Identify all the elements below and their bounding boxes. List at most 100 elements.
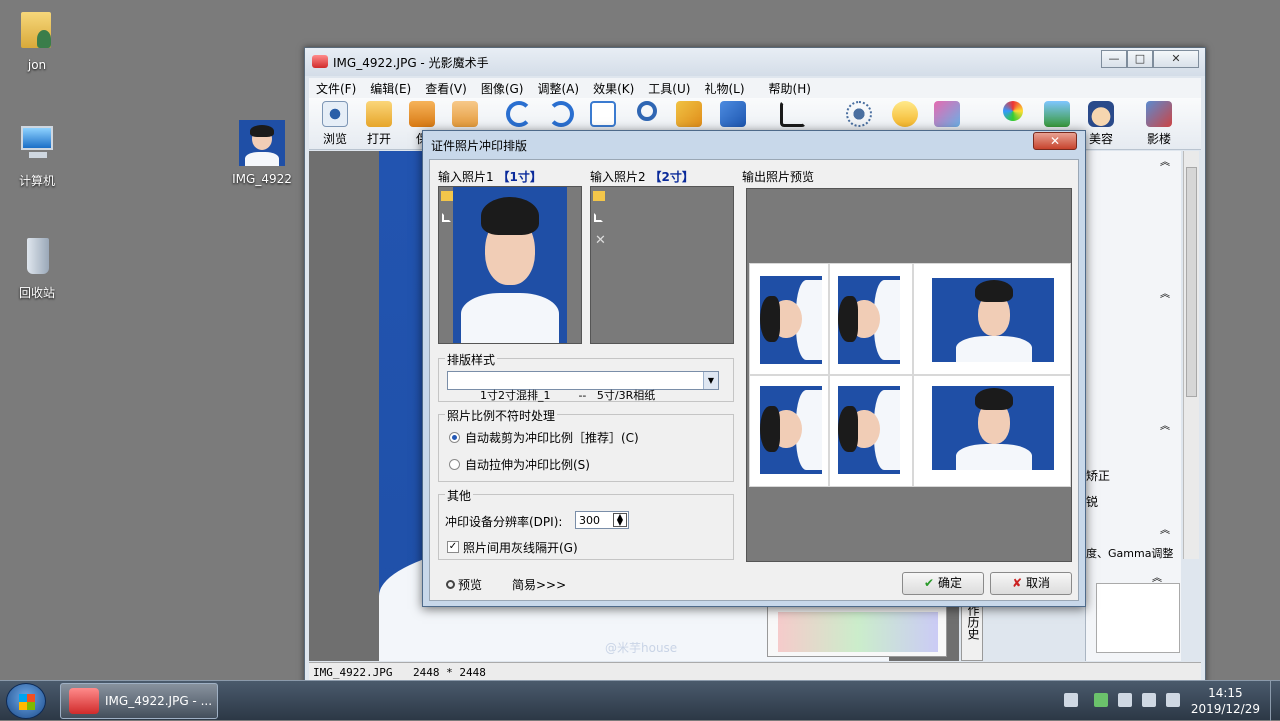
security-icon[interactable] <box>1094 693 1108 707</box>
delete-icon[interactable]: ✕ <box>595 233 606 248</box>
desktop-icon-user-folder[interactable]: jon <box>2 8 72 72</box>
toolbar-beauty-button[interactable]: 美容 <box>1083 101 1119 147</box>
input-photo-1[interactable] <box>438 186 582 344</box>
minimize-button[interactable]: — <box>1101 50 1127 68</box>
panel-item-sharpen[interactable]: 锐 <box>1086 493 1098 510</box>
menu-file[interactable]: 文件(F) <box>309 78 363 98</box>
folder-open-icon[interactable] <box>441 191 453 201</box>
auto-stretch-label[interactable]: 自动拉伸为冲印比例(S) <box>465 456 590 473</box>
chevron-down-icon[interactable]: ▼ <box>703 372 718 389</box>
panel-item-gamma[interactable]: 度、Gamma调整 <box>1086 545 1173 561</box>
simple-mode-button[interactable]: 简易>>> <box>512 576 566 593</box>
calendar-icon <box>590 101 616 127</box>
folder-open-icon <box>366 101 392 127</box>
folder-user-icon <box>15 8 59 52</box>
desktop-icon-photo[interactable]: IMG_4922 <box>227 120 297 186</box>
toolbar-browse-button[interactable]: 浏览 <box>317 101 353 147</box>
keyboard-icon[interactable] <box>1064 693 1078 707</box>
gray-line-checkbox[interactable]: ✓ <box>447 541 459 553</box>
panel-item-correct[interactable]: 矫正 <box>1086 467 1110 484</box>
save-icon <box>409 101 435 127</box>
network-icon[interactable] <box>1118 693 1132 707</box>
cancel-button[interactable]: ✘ 取消 <box>990 572 1072 595</box>
toolbar-calendar-button[interactable] <box>585 101 621 130</box>
panel-collapse-icon[interactable]: ︽ <box>1160 521 1170 536</box>
print-cell-small <box>749 375 829 487</box>
start-button[interactable] <box>6 683 46 719</box>
toolbar-rotate-right-button[interactable] <box>543 101 579 130</box>
dpi-spinner[interactable]: 300 ▲ ▼ <box>575 511 629 529</box>
maximize-button[interactable]: □ <box>1127 50 1153 68</box>
toolbar-image-button[interactable] <box>929 101 965 130</box>
auto-crop-label[interactable]: 自动裁剪为冲印比例［推荐］(C) <box>465 429 639 446</box>
search-icon <box>446 580 455 589</box>
system-clock[interactable]: 14:15 2019/12/29 <box>1191 685 1260 717</box>
toolbar-rotate-left-button[interactable] <box>501 101 537 130</box>
image-icon <box>934 101 960 127</box>
crop-icon[interactable] <box>442 213 451 222</box>
toolbar-print-button[interactable] <box>447 101 483 130</box>
print-cell-large <box>913 263 1071 375</box>
histogram-panel <box>767 601 947 657</box>
menu-image[interactable]: 图像(G) <box>474 78 531 98</box>
print-cell-large <box>913 375 1071 487</box>
menu-tools[interactable]: 工具(U) <box>641 78 697 98</box>
input-photo-2[interactable]: ✕ <box>590 186 734 344</box>
menu-view[interactable]: 查看(V) <box>418 78 474 98</box>
toolbar-brightness-button[interactable] <box>841 101 877 130</box>
close-button[interactable]: ✕ <box>1153 50 1199 68</box>
ratio-handling-title: 照片比例不符时处理 <box>445 407 558 424</box>
folder-open-icon[interactable] <box>593 191 605 201</box>
toolbar-picture-button[interactable] <box>1039 101 1075 130</box>
volume-icon[interactable] <box>1142 693 1156 707</box>
toolbar-resize-button[interactable] <box>671 101 707 130</box>
toolbar-studio-button[interactable]: 影楼 <box>1141 101 1177 147</box>
history-list[interactable] <box>1096 583 1180 653</box>
main-title-bar[interactable]: IMG_4922.JPG - 光影魔术手 — □ ✕ <box>305 48 1205 76</box>
panel-collapse-icon[interactable]: ︽ <box>1160 417 1170 432</box>
auto-crop-radio[interactable] <box>449 432 460 443</box>
right-panel: ︽ ︽ ︽ 矫正 锐 ︽ 度、Gamma调整 ︽ <box>1085 151 1181 661</box>
flag-icon[interactable] <box>1166 693 1180 707</box>
menu-help[interactable]: 帮助(H) <box>762 78 818 98</box>
zoom-icon <box>637 101 657 121</box>
history-tab[interactable]: 作历史 <box>961 601 983 661</box>
print-cell-small <box>829 375 913 487</box>
panel-collapse-icon[interactable]: ︽ <box>1160 285 1170 300</box>
menu-edit[interactable]: 编辑(E) <box>363 78 418 98</box>
gray-line-label[interactable]: 照片间用灰线隔开(G) <box>463 539 578 556</box>
toolbar-open-button[interactable]: 打开 <box>361 101 397 147</box>
photo-thumbnail-icon <box>239 120 285 166</box>
right-scrollbar[interactable] <box>1183 151 1199 559</box>
rotate-left-icon <box>506 101 532 127</box>
toolbar-bulb-button[interactable] <box>887 101 923 130</box>
toolbar-arrows-button[interactable] <box>715 101 751 130</box>
layout-style-group: 排版样式 1寸2寸混排_1 -- 5寸/3R相纸 ▼ <box>438 351 734 402</box>
toolbar-crop-button[interactable] <box>775 101 811 130</box>
crop-icon <box>780 101 806 127</box>
preview-button[interactable]: 预览 <box>446 576 482 593</box>
taskbar-app-button[interactable]: IMG_4922.JPG - ... <box>60 683 218 719</box>
status-dimensions: 2448 * 2448 <box>413 666 486 679</box>
menu-effects[interactable]: 效果(K) <box>586 78 641 98</box>
crop-icon[interactable] <box>594 213 603 222</box>
resize-icon <box>676 101 702 127</box>
layout-style-select[interactable]: 1寸2寸混排_1 -- 5寸/3R相纸 ▼ <box>447 371 719 402</box>
menu-adjust[interactable]: 调整(A) <box>530 78 586 98</box>
menu-bar: 文件(F) 编辑(E) 查看(V) 图像(G) 调整(A) 效果(K) 工具(U… <box>309 78 1201 98</box>
photo-1-image <box>453 187 567 343</box>
panel-collapse-icon[interactable]: ︽ <box>1160 153 1170 168</box>
desktop-icon-label: 回收站 <box>18 286 55 300</box>
panel-collapse-icon[interactable]: ︽ <box>1152 569 1162 584</box>
cancel-button-label: 取消 <box>1026 576 1051 590</box>
toolbar-zoom-button[interactable] <box>629 101 665 124</box>
auto-stretch-radio[interactable] <box>449 459 460 470</box>
dialog-close-button[interactable]: ✕ <box>1033 132 1077 150</box>
menu-gifts[interactable]: 礼物(L) <box>697 78 751 98</box>
show-desktop-button[interactable] <box>1270 681 1280 721</box>
toolbar-color-picker-button[interactable] <box>995 101 1031 124</box>
spinner-arrows-icon[interactable]: ▲ ▼ <box>613 513 627 527</box>
desktop-icon-recycle-bin[interactable]: 回收站 <box>2 234 72 301</box>
desktop-icon-computer[interactable]: 计算机 <box>2 122 72 189</box>
ok-button[interactable]: ✔ 确定 <box>902 572 984 595</box>
